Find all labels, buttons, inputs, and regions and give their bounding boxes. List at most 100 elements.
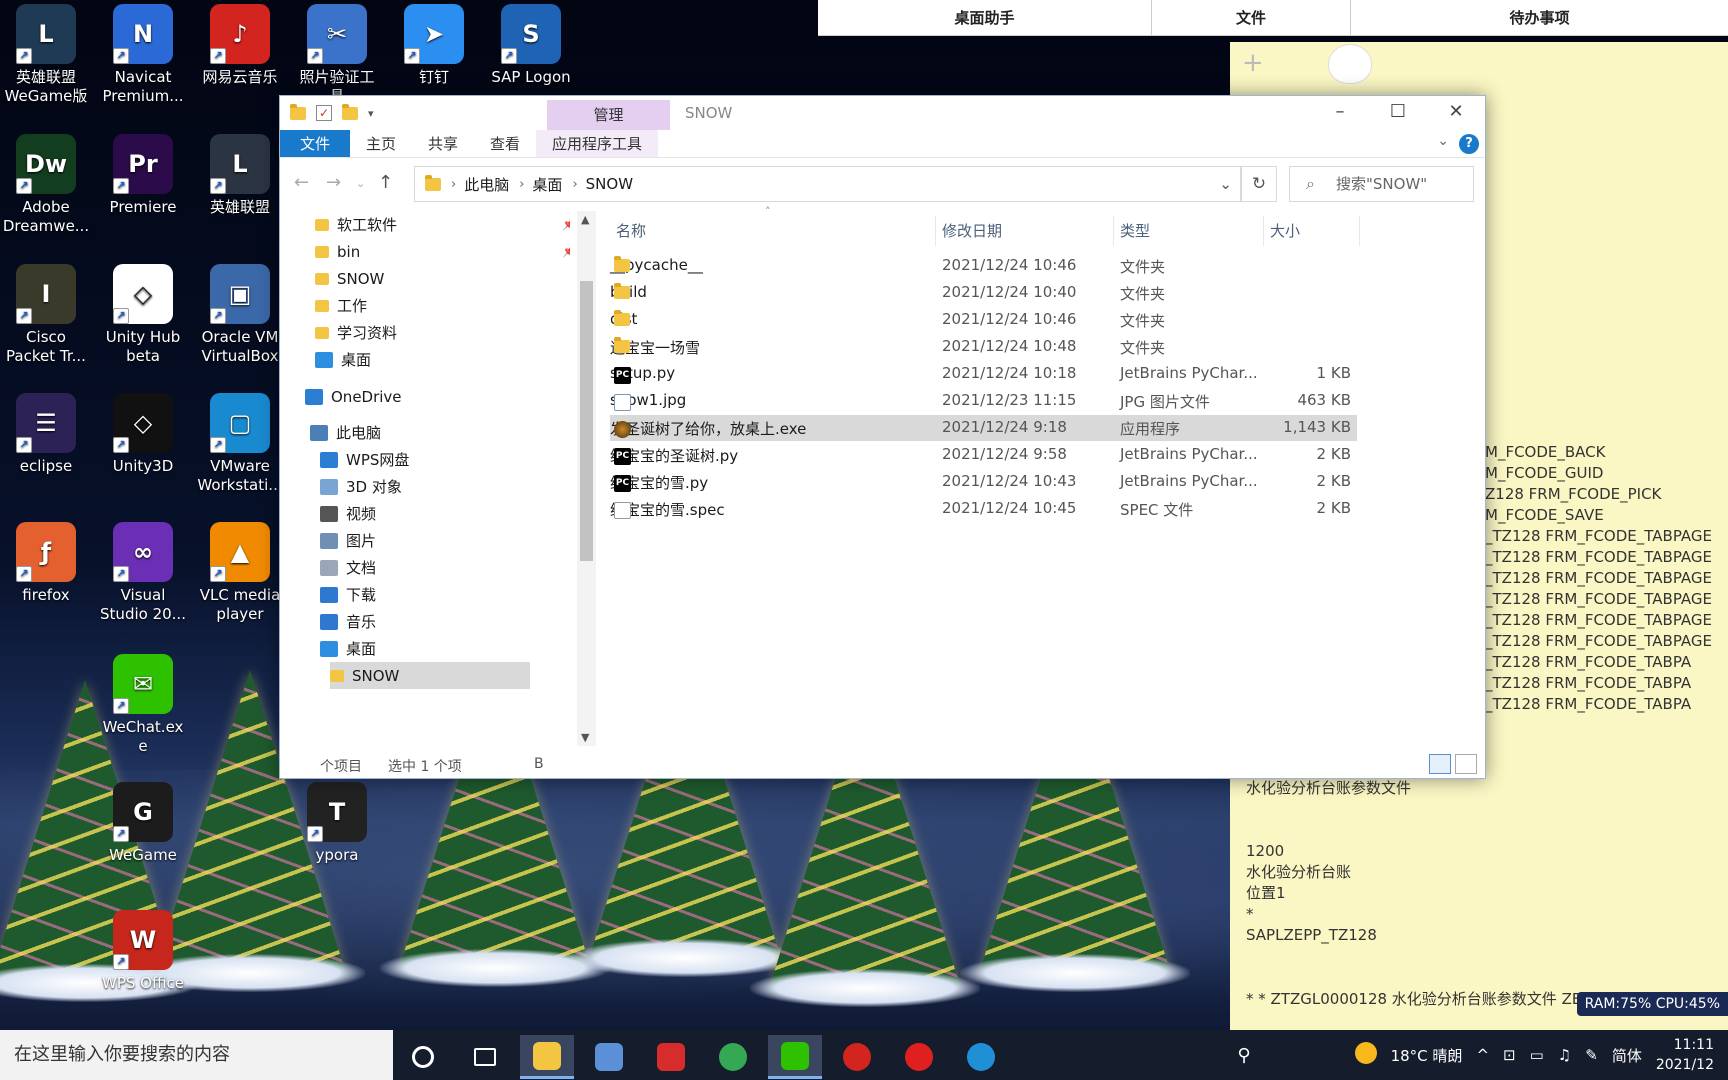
desktop-icon[interactable]: ▢ ↗ VMware Workstati... (194, 393, 286, 495)
weather-text[interactable]: 18°C 晴朗 (1391, 1045, 1463, 1066)
large-icons-view-icon[interactable] (1455, 754, 1477, 774)
file-row[interactable]: PC setup.py 2021/12/24 10:18 JetBrains PyCh… (610, 361, 1357, 387)
nav-item[interactable]: 工作 (315, 292, 367, 319)
clock[interactable]: 11:11 2021/12 (1656, 1035, 1714, 1075)
nav-item[interactable]: 下载 (320, 581, 376, 608)
taskbar-search-input[interactable]: 在这里输入你要搜索的内容 (0, 1030, 393, 1080)
desktop-icon[interactable]: N ↗ Navicat Premium... (97, 4, 189, 106)
desktop-icon[interactable]: ▣ ↗ Oracle VM VirtualBox (194, 264, 286, 366)
netease-music-taskbar-button[interactable] (830, 1035, 884, 1079)
file-row[interactable]: 发圣诞树了给你，放桌上.exe 2021/12/24 9:18 应用程序 1,143 … (610, 415, 1357, 441)
nav-item[interactable]: SNOW (315, 265, 384, 292)
file-row[interactable]: build 2021/12/24 10:40 文件夹 (610, 280, 1357, 306)
customize-toolbar-icon[interactable]: ▾ (368, 107, 374, 120)
breadcrumb-desktop[interactable]: 桌面 (532, 174, 562, 195)
chevron-right-icon[interactable]: › (519, 177, 524, 192)
desktop-icon[interactable]: ✂↗照片验证工 具 (291, 4, 383, 106)
nav-item[interactable]: 视频 (320, 500, 376, 527)
back-arrow-icon[interactable]: ← (294, 172, 309, 193)
forward-arrow-icon[interactable]: → (326, 172, 341, 193)
wechat-taskbar-button[interactable] (768, 1035, 822, 1079)
ime-indicator[interactable]: 简体 (1612, 1045, 1642, 1066)
tab-desktop-assistant[interactable]: 桌面助手 (818, 0, 1152, 35)
network-icon[interactable]: ⊡ (1503, 1046, 1516, 1064)
people-icon[interactable]: ⚲ (1237, 1045, 1250, 1066)
search-input[interactable]: ⌕ 搜索"SNOW" (1289, 166, 1474, 202)
details-view-icon[interactable] (1429, 754, 1451, 774)
desktop-icon[interactable]: W ↗ WPS Office (97, 910, 189, 993)
chevron-right-icon[interactable]: › (572, 177, 577, 192)
volume-icon[interactable]: ♫ (1558, 1046, 1571, 1064)
desktop-icon[interactable]: ◇ ↗ Unity Hub beta (97, 264, 189, 366)
scroll-down-icon[interactable]: ▼ (581, 731, 589, 744)
desktop-icon[interactable]: ◇ ↗ Unity3D (97, 393, 189, 476)
app-red-taskbar-button[interactable] (644, 1035, 698, 1079)
desktop-icon[interactable]: ☰ ↗ eclipse (0, 393, 92, 476)
desktop-icon[interactable]: L ↗ 英雄联盟 (194, 134, 286, 217)
pin-icon[interactable]: 📌 (562, 244, 570, 258)
file-explorer-taskbar-button[interactable] (520, 1035, 574, 1079)
tab-files[interactable]: 文件 (1152, 0, 1351, 35)
desktop-icon[interactable]: Dw ↗ Adobe Dreamwe... (0, 134, 92, 236)
nav-item[interactable]: bin (315, 238, 360, 265)
nav-item[interactable]: 音乐 (320, 608, 376, 635)
nav-scrollbar[interactable]: ▲ ▼ (577, 211, 596, 746)
properties-icon[interactable]: ✓ (316, 105, 332, 121)
cortana-taskbar-button[interactable] (396, 1035, 450, 1079)
task-view-taskbar-button[interactable] (458, 1035, 512, 1079)
desktop-icon[interactable]: ♪ ↗ 网易云音乐 (194, 4, 286, 87)
nav-item[interactable]: SNOW (330, 662, 530, 689)
nav-item[interactable]: 软工软件 (315, 211, 397, 238)
desktop-icon[interactable]: I ↗ Cisco Packet Tr... (0, 264, 92, 366)
desktop-icon[interactable]: ➤ ↗ 钉钉 (388, 4, 480, 87)
tab-view[interactable]: 查看 (474, 130, 536, 157)
edge-taskbar-button[interactable] (954, 1035, 1008, 1079)
pin-icon[interactable]: 📌 (562, 217, 570, 231)
nav-item[interactable]: 桌面 (320, 635, 376, 662)
close-button[interactable]: ✕ (1427, 96, 1485, 130)
chevron-right-icon[interactable]: › (451, 177, 456, 192)
column-name[interactable]: 名称 (610, 216, 936, 246)
scroll-up-icon[interactable]: ▲ (581, 213, 589, 226)
recorder-taskbar-button[interactable] (892, 1035, 946, 1079)
nav-item[interactable]: 学习资料 (315, 319, 397, 346)
up-arrow-icon[interactable]: ↑ (378, 172, 393, 193)
file-row[interactable]: PC 给宝宝的圣诞树.py 2021/12/24 9:58 JetBrains PyC… (610, 442, 1357, 468)
scrollbar-thumb[interactable] (580, 281, 593, 561)
tab-file[interactable]: 文件 (280, 130, 350, 157)
file-row[interactable]: PC 给宝宝的雪.py 2021/12/24 10:43 JetBrains PyCh… (610, 469, 1357, 495)
cat-avatar-icon[interactable] (1328, 44, 1372, 84)
nav-item[interactable]: 文档 (320, 554, 376, 581)
tab-application-tools[interactable]: 应用程序工具 (536, 130, 659, 157)
column-date-modified[interactable]: 修改日期 (936, 216, 1114, 246)
nav-item[interactable]: 桌面 (315, 346, 371, 373)
recent-locations-icon[interactable]: ⌄ (356, 177, 365, 190)
add-note-icon[interactable]: + (1242, 48, 1264, 78)
sap-logon-taskbar-button[interactable] (582, 1035, 636, 1079)
maximize-button[interactable]: ☐ (1369, 96, 1427, 130)
nav-item[interactable]: OneDrive (305, 383, 402, 410)
battery-icon[interactable]: ▭ (1530, 1046, 1544, 1064)
tab-todo[interactable]: 待办事项 (1351, 0, 1728, 35)
file-row[interactable]: __pycache__ 2021/12/24 10:46 文件夹 (610, 253, 1357, 279)
tab-home[interactable]: 主页 (350, 130, 412, 157)
help-icon[interactable]: ? (1459, 134, 1479, 154)
address-bar[interactable]: › 此电脑 › 桌面 › SNOW ⌄ (414, 166, 1241, 202)
nav-item[interactable]: 3D 对象 (320, 473, 402, 500)
chrome-taskbar-button[interactable] (706, 1035, 760, 1079)
weather-sun-icon[interactable] (1354, 1042, 1377, 1068)
file-row[interactable]: snow1.jpg 2021/12/23 11:15 JPG 图片文件 463 KB (610, 388, 1357, 414)
chevron-down-icon[interactable]: ⌄ (1219, 175, 1232, 193)
desktop-icon[interactable]: G ↗ WeGame (97, 782, 189, 865)
column-size[interactable]: 大小 (1264, 216, 1360, 246)
tab-share[interactable]: 共享 (412, 130, 474, 157)
file-row[interactable]: 送宝宝一场雪 2021/12/24 10:48 文件夹 (610, 334, 1357, 360)
nav-item[interactable]: 图片 (320, 527, 376, 554)
desktop-icon[interactable]: ƒ ↗ firefox (0, 522, 92, 605)
tray-overflow-icon[interactable]: ^ (1476, 1046, 1489, 1064)
pen-icon[interactable]: ✎ (1585, 1046, 1598, 1064)
refresh-button[interactable]: ↻ (1241, 166, 1277, 202)
collapse-ribbon-icon[interactable]: ⌄ (1437, 133, 1449, 149)
file-row[interactable]: dist 2021/12/24 10:46 文件夹 (610, 307, 1357, 333)
minimize-button[interactable]: – (1311, 96, 1369, 130)
